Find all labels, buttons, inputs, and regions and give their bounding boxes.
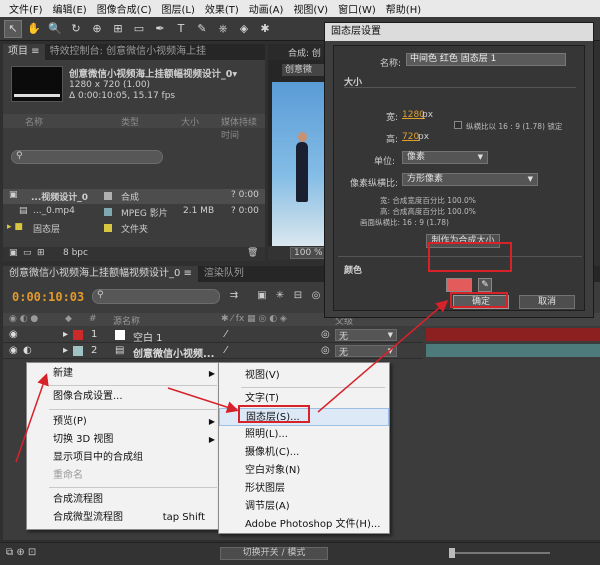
arrow-to-solid [167, 387, 239, 413]
annotation-arrows [15, 300, 449, 463]
arrow-to-new [15, 373, 49, 463]
arrow-to-ok [317, 300, 449, 413]
